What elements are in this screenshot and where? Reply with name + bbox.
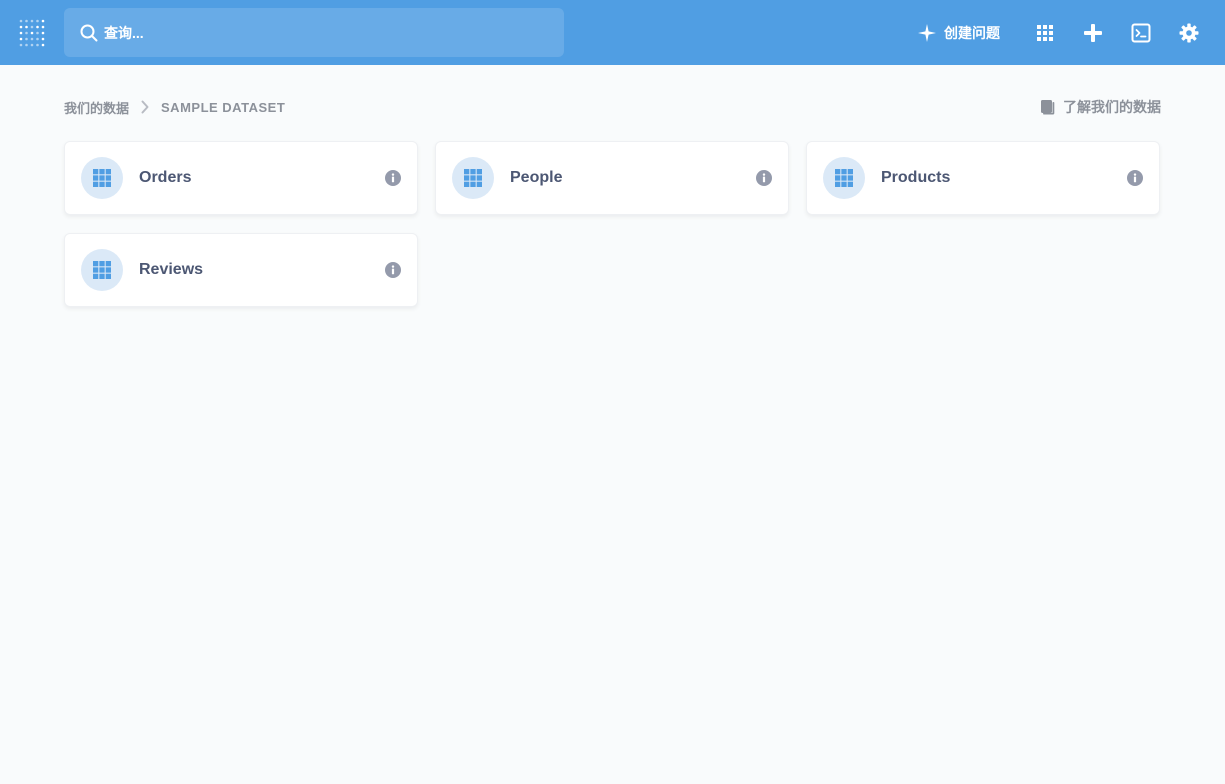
breadcrumb-current: Sample Dataset [161,99,286,115]
table-name: Products [881,169,951,186]
breadcrumb-root[interactable]: 我们的数据 [64,98,129,117]
table-card-products[interactable]: Products [806,141,1160,215]
table-icon [81,157,123,199]
browse-data-button[interactable] [1032,20,1058,46]
info-icon[interactable] [385,262,401,278]
chevron-right-icon [141,100,149,114]
table-card-orders[interactable]: Orders [64,141,418,215]
table-name: Reviews [139,261,204,278]
terminal-icon [1131,23,1151,43]
grid-icon [1037,25,1053,41]
book-icon [1040,99,1055,115]
table-icon [823,157,865,199]
learn-about-data-label: 了解我们的数据 [1063,99,1161,115]
native-query-button[interactable] [1128,20,1154,46]
table-card-reviews[interactable]: Reviews [64,233,418,307]
settings-button[interactable] [1176,20,1202,46]
info-icon[interactable] [385,170,401,186]
info-icon[interactable] [1127,170,1143,186]
new-question-button[interactable]: 创建问题 [918,20,1000,46]
sparkle-icon [918,24,936,42]
search-input[interactable]: 查询... [64,8,564,57]
table-name: Orders [139,169,192,186]
gear-icon [1179,23,1199,43]
breadcrumb: 我们的数据 Sample Dataset [64,97,285,117]
search-placeholder: 查询... [104,24,144,41]
table-icon [81,249,123,291]
top-navbar: 查询... 创建问题 [0,0,1225,65]
table-icon [452,157,494,199]
info-icon[interactable] [756,170,772,186]
metabase-logo-icon[interactable] [18,17,46,49]
table-name: People [510,169,563,186]
table-card-people[interactable]: People [435,141,789,215]
plus-icon [1083,23,1103,43]
add-button[interactable] [1080,20,1106,46]
search-icon [80,24,98,42]
new-question-label: 创建问题 [944,25,1000,41]
learn-about-data-link[interactable]: 了解我们的数据 [1040,97,1161,117]
